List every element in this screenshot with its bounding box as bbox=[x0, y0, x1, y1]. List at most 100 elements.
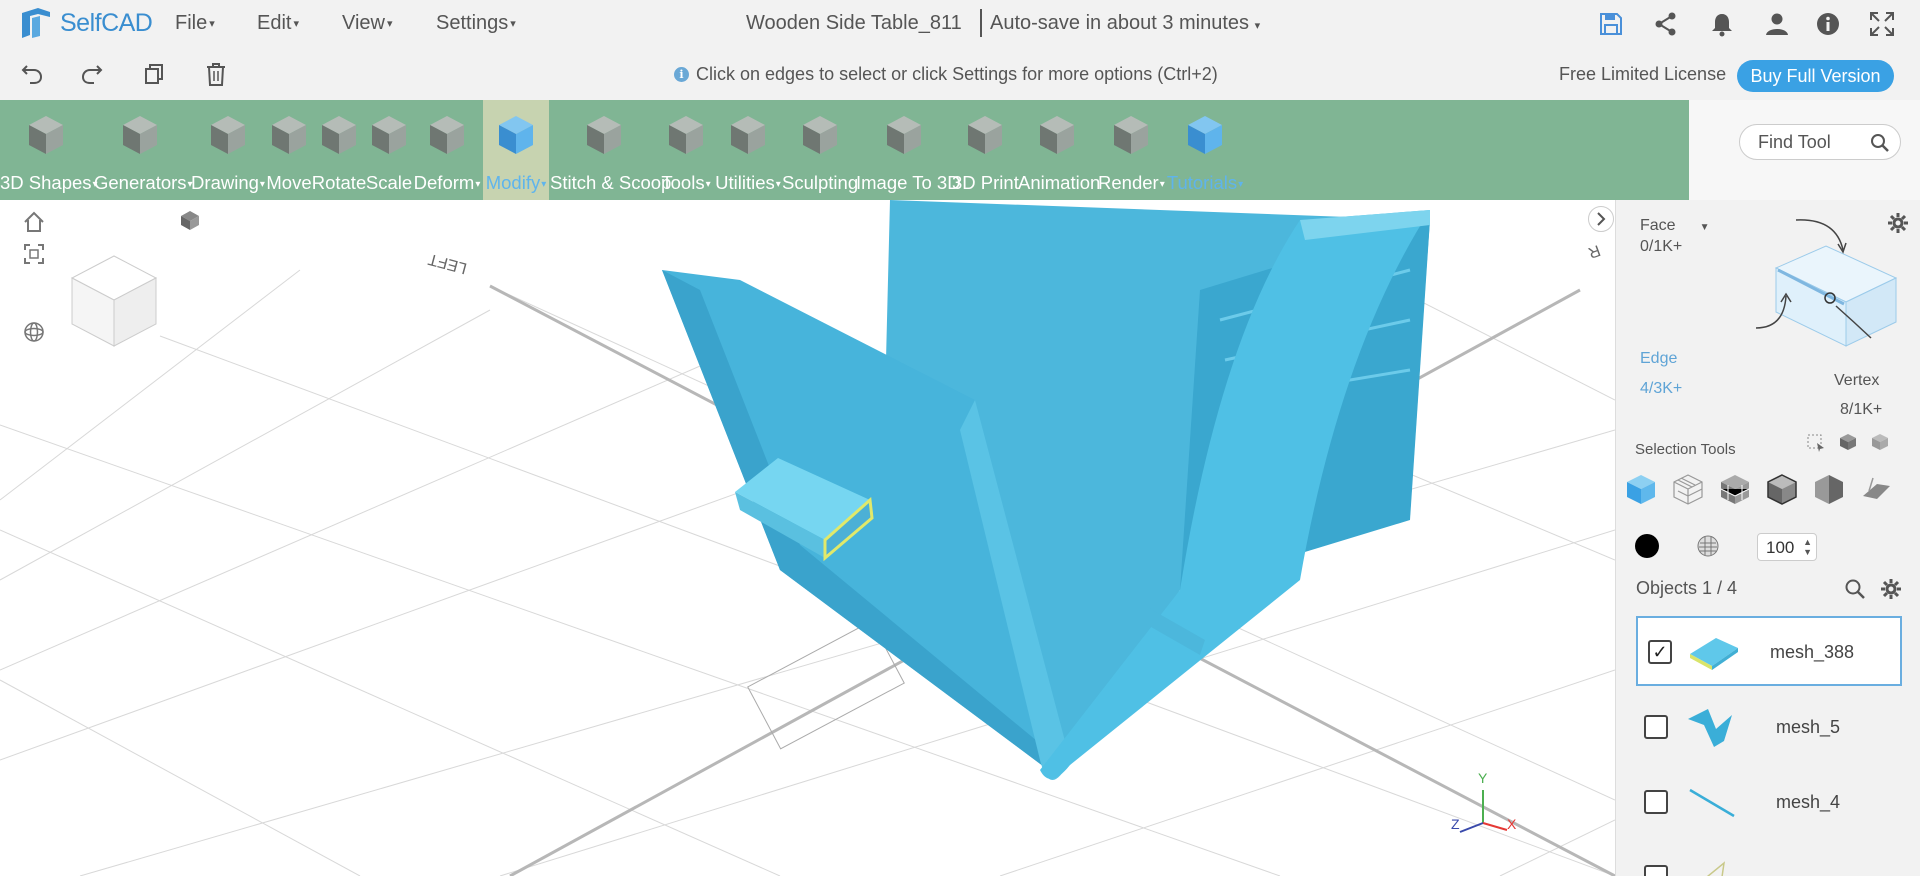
bell-icon[interactable] bbox=[1709, 11, 1735, 37]
tool-scale[interactable]: Scale bbox=[365, 100, 413, 200]
find-tool-search[interactable] bbox=[1739, 124, 1901, 160]
tool-generators[interactable]: Generators▾ bbox=[94, 100, 193, 200]
chevron-down-icon: ▾ bbox=[475, 178, 481, 190]
tool-tools[interactable]: Tools▾ bbox=[655, 100, 717, 200]
stepper-arrows-icon[interactable]: ▲ ▼ bbox=[1803, 537, 1812, 557]
find-tool-input[interactable] bbox=[1758, 132, 1868, 153]
panel-collapse-button[interactable] bbox=[1588, 206, 1614, 232]
tool-label: Tools▾ bbox=[661, 172, 711, 193]
redo-icon[interactable] bbox=[80, 62, 104, 86]
object-checkbox[interactable] bbox=[1644, 715, 1668, 739]
view-label-right: R bbox=[1586, 241, 1603, 261]
color-swatch[interactable] bbox=[1635, 534, 1659, 558]
info-icon[interactable] bbox=[1815, 11, 1841, 37]
menu-edit[interactable]: Edit ▾ bbox=[257, 12, 299, 35]
selection-mode-dropdown[interactable]: Face ▼ bbox=[1640, 217, 1709, 235]
menu-file[interactable]: File ▾ bbox=[175, 12, 215, 35]
tool-utilities[interactable]: Utilities▾ bbox=[714, 100, 782, 200]
selfcad-logo[interactable]: SelfCAD bbox=[18, 5, 153, 41]
copy-icon[interactable] bbox=[142, 62, 166, 86]
select-wireframe-icon[interactable] bbox=[1671, 472, 1705, 506]
3d-scene[interactable]: LEFT R Y X Z bbox=[0, 200, 1615, 876]
sculpting-icon bbox=[803, 116, 837, 154]
select-split-cube-icon[interactable] bbox=[1812, 472, 1846, 506]
object-checkbox[interactable] bbox=[1644, 865, 1668, 876]
select-region-icon[interactable] bbox=[1806, 432, 1826, 452]
object-checkbox[interactable]: ✓ bbox=[1648, 640, 1672, 664]
tool-render[interactable]: Render▾ bbox=[1098, 100, 1165, 200]
select-object-icon[interactable] bbox=[1838, 432, 1858, 452]
chevron-down-icon: ▾ bbox=[541, 178, 547, 190]
chevron-down-icon: ▾ bbox=[293, 18, 299, 31]
menu-settings[interactable]: Settings ▾ bbox=[436, 12, 516, 35]
tool-drawing[interactable]: Drawing▾ bbox=[190, 100, 266, 200]
tool-deform[interactable]: Deform▾ bbox=[411, 100, 483, 200]
delete-icon[interactable] bbox=[204, 62, 228, 86]
opacity-stepper[interactable]: 100 ▲ ▼ bbox=[1757, 533, 1817, 561]
tool-label: Rotate bbox=[311, 172, 367, 193]
search-icon[interactable] bbox=[1844, 578, 1866, 600]
opacity-value: 100 bbox=[1766, 538, 1795, 557]
projection-cube-icon[interactable] bbox=[178, 208, 202, 232]
vertex-count: 8/1K+ bbox=[1840, 401, 1883, 418]
object-thumbnail bbox=[1690, 638, 1738, 670]
object-name: mesh_5 bbox=[1776, 717, 1841, 737]
user-icon[interactable] bbox=[1764, 11, 1790, 37]
object-row-mesh-5[interactable]: mesh_5 bbox=[1636, 693, 1902, 763]
texture-icon[interactable] bbox=[1696, 534, 1720, 558]
tool-tutorials[interactable]: Tutorials▾ bbox=[1165, 100, 1245, 200]
autosave-status[interactable]: Auto-save in about 3 minutes ▾ bbox=[990, 12, 1260, 35]
select-outline-cube-icon[interactable] bbox=[1765, 472, 1799, 506]
home-view-icon[interactable] bbox=[22, 210, 46, 234]
vertex-label: Vertex bbox=[1834, 372, 1880, 389]
chevron-down-icon: ▾ bbox=[705, 178, 711, 190]
table-model[interactable] bbox=[662, 200, 1430, 780]
select-solid-icon[interactable] bbox=[1870, 432, 1890, 452]
menu-bar: SelfCAD File ▾ Edit ▾ View ▾ Settings ▾ Wood… bbox=[0, 0, 1920, 46]
generator-icon bbox=[123, 116, 157, 154]
tool-rotate[interactable]: Rotate bbox=[311, 100, 367, 200]
tool-move[interactable]: Move bbox=[261, 100, 317, 200]
fullscreen-icon[interactable] bbox=[1869, 11, 1895, 37]
fit-view-icon[interactable] bbox=[22, 242, 46, 266]
object-checkbox[interactable] bbox=[1644, 790, 1668, 814]
view-cube[interactable] bbox=[64, 250, 164, 350]
tool-image-to-3d[interactable]: Image To 3D bbox=[856, 100, 961, 200]
axis-z-label: Z bbox=[1451, 816, 1460, 832]
tool-label: Utilities▾ bbox=[715, 172, 781, 193]
animation-icon bbox=[1040, 116, 1074, 154]
select-grid-cube-icon[interactable] bbox=[1718, 472, 1752, 506]
tools-icon bbox=[669, 116, 703, 154]
object-row-mesh-388[interactable]: ✓ mesh_388 bbox=[1636, 616, 1902, 686]
share-icon[interactable] bbox=[1653, 11, 1679, 37]
orbit-icon[interactable] bbox=[22, 320, 46, 344]
select-plane-icon[interactable] bbox=[1859, 472, 1893, 506]
3d-viewport[interactable]: LEFT R Y X Z bbox=[0, 200, 1615, 876]
select-face-cube-icon[interactable] bbox=[1624, 472, 1658, 506]
tool-modify[interactable]: Modify▾ bbox=[483, 100, 549, 200]
tool-animation[interactable]: Animation bbox=[1018, 100, 1101, 200]
title-divider bbox=[980, 9, 982, 37]
tool-sculpting[interactable]: Sculpting bbox=[782, 100, 858, 200]
tool-3d-print[interactable]: 3D Print bbox=[952, 100, 1019, 200]
tool-stitch-scoop[interactable]: Stitch & Scoop bbox=[550, 100, 671, 200]
chevron-down-icon: ▾ bbox=[387, 18, 393, 31]
object-row-partial[interactable] bbox=[1636, 843, 1902, 876]
action-bar: i Click on edges to select or click Sett… bbox=[0, 46, 1920, 100]
save-icon[interactable] bbox=[1598, 11, 1624, 37]
undo-icon[interactable] bbox=[20, 62, 44, 86]
tool-label: Modify▾ bbox=[485, 172, 547, 193]
menu-view[interactable]: View ▾ bbox=[342, 12, 393, 35]
chevron-down-icon: ▾ bbox=[1254, 20, 1261, 32]
document-title[interactable]: Wooden Side Table_811 bbox=[746, 12, 962, 35]
object-row-mesh-4[interactable]: mesh_4 bbox=[1636, 768, 1902, 838]
buy-full-version-button[interactable]: Buy Full Version bbox=[1737, 60, 1894, 92]
cube-icon bbox=[29, 116, 63, 154]
tool-label: Scale bbox=[365, 172, 413, 193]
chevron-down-icon: ▾ bbox=[209, 18, 215, 31]
tool-3d-shapes[interactable]: 3D Shapes▾ bbox=[0, 100, 98, 200]
modify-icon bbox=[499, 116, 533, 154]
tool-label: Animation bbox=[1018, 172, 1101, 193]
gear-icon[interactable] bbox=[1880, 578, 1902, 600]
search-icon[interactable] bbox=[1870, 133, 1890, 153]
